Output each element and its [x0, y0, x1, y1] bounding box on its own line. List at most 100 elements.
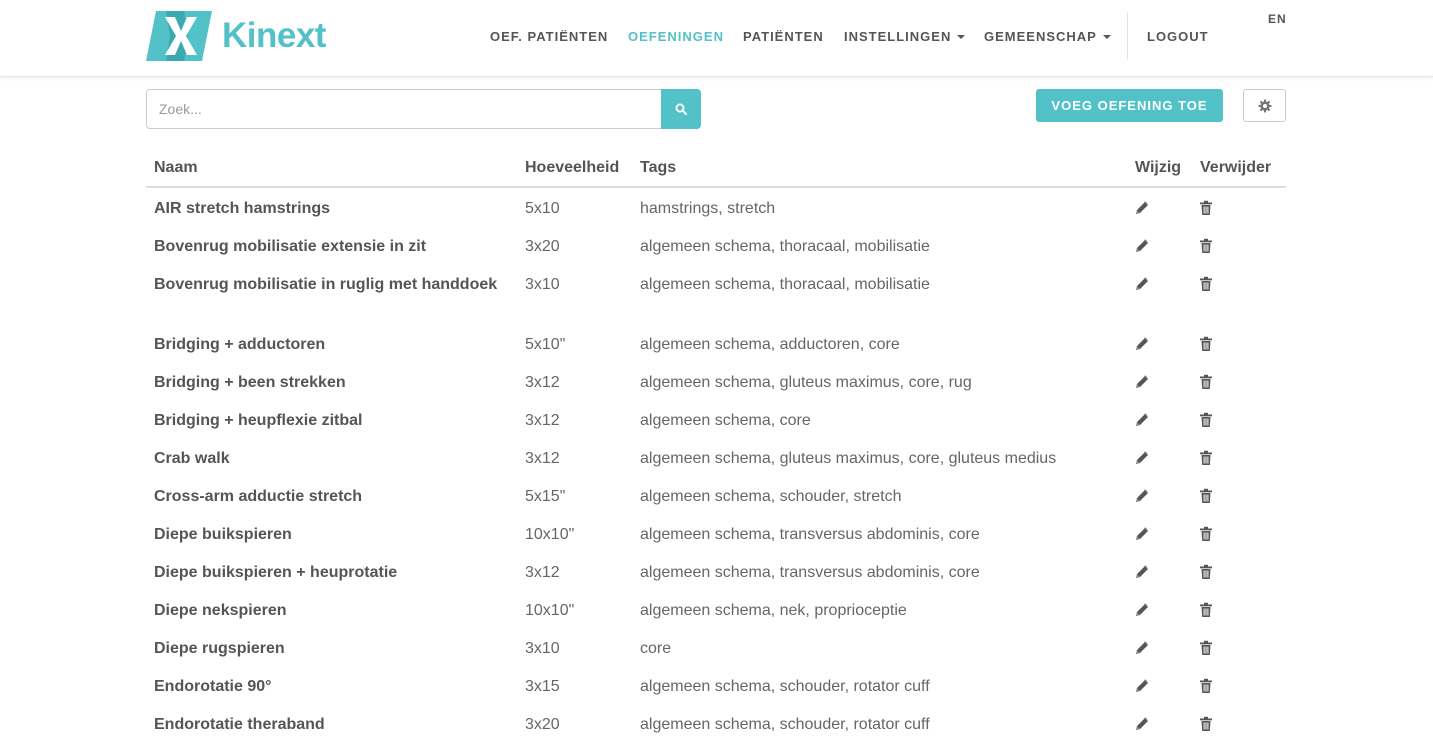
nav-label: OEF. PATIËNTEN	[490, 29, 609, 44]
exercise-name[interactable]: Bovenrug mobilisatie extensie in zit	[154, 236, 516, 258]
exercise-name[interactable]: Endorotatie 90°	[154, 676, 516, 698]
table-row[interactable]: Diepe buikspieren 10x10" algemeen schema, …	[146, 514, 1286, 552]
table-row[interactable]: Bridging + been strekken 3x12 algemeen sch…	[146, 362, 1286, 400]
pencil-icon[interactable]	[1134, 640, 1152, 658]
pencil-icon[interactable]	[1134, 488, 1152, 506]
exercise-tags: algemeen schema, schouder, stretch	[640, 488, 902, 505]
trash-icon[interactable]	[1199, 276, 1215, 294]
pencil-icon[interactable]	[1134, 450, 1152, 468]
search-button[interactable]	[661, 89, 701, 129]
exercise-quantity: 3x20	[525, 238, 560, 255]
table-row[interactable]: Diepe rugspieren 3x10 core	[146, 628, 1286, 666]
exercise-tags: core	[640, 640, 672, 657]
pencil-icon[interactable]	[1134, 716, 1152, 734]
search-icon	[675, 103, 687, 115]
search-group	[146, 89, 701, 129]
exercise-name[interactable]: Endorotatie theraband	[154, 714, 516, 736]
trash-icon[interactable]	[1199, 238, 1215, 256]
exercise-tags: algemeen schema, schouder, rotator cuff	[640, 678, 930, 695]
brand-name: Kinext	[222, 16, 326, 55]
trash-icon[interactable]	[1199, 412, 1215, 430]
exercise-tags: algemeen schema, adductoren, core	[640, 336, 900, 353]
exercise-quantity: 3x15	[525, 678, 560, 695]
exercise-quantity: 10x10"	[525, 602, 575, 619]
add-exercise-button[interactable]: VOEG OEFENING TOE	[1036, 89, 1223, 122]
trash-icon[interactable]	[1199, 640, 1215, 658]
header-name[interactable]: Naam	[154, 159, 198, 177]
exercise-name[interactable]: AIR stretch hamstrings	[154, 198, 516, 220]
trash-icon[interactable]	[1199, 564, 1215, 582]
exercise-name[interactable]: Bridging + been strekken	[154, 372, 516, 394]
trash-icon[interactable]	[1199, 678, 1215, 696]
nav-oefeningen[interactable]: OEFENINGEN	[628, 29, 724, 44]
table-row[interactable]: Bovenrug mobilisatie extensie in zit 3x20…	[146, 226, 1286, 264]
table-row[interactable]: Bridging + adductoren 5x10" algemeen schem…	[146, 324, 1286, 362]
exercise-name[interactable]: Diepe buikspieren + heuprotatie	[154, 562, 516, 584]
trash-icon[interactable]	[1199, 336, 1215, 354]
exercise-name[interactable]: Cross-arm adductie stretch	[154, 486, 516, 508]
table-row[interactable]: Endorotatie 90° 3x15 algemeen schema, scho…	[146, 666, 1286, 704]
trash-icon[interactable]	[1199, 602, 1215, 620]
chevron-down-icon	[957, 34, 966, 39]
pencil-icon[interactable]	[1134, 678, 1152, 696]
pencil-icon[interactable]	[1134, 602, 1152, 620]
exercise-tags: algemeen schema, transversus abdominis, …	[640, 564, 980, 581]
pencil-icon[interactable]	[1134, 526, 1152, 544]
nav-instellingen-dropdown[interactable]: INSTELLINGEN	[844, 29, 966, 44]
exercise-quantity: 3x12	[525, 412, 560, 429]
exercise-tags: algemeen schema, gluteus maximus, core, …	[640, 374, 972, 391]
pencil-icon[interactable]	[1134, 200, 1152, 218]
exercise-name[interactable]: Crab walk	[154, 448, 516, 470]
table-header: Naam Hoeveelheid Tags Wijzig Verwijder	[146, 148, 1286, 188]
pencil-icon[interactable]	[1134, 238, 1152, 256]
pencil-icon[interactable]	[1134, 336, 1152, 354]
header-edit: Wijzig	[1135, 159, 1182, 176]
kinext-logo-icon	[146, 11, 212, 61]
exercise-name[interactable]: Diepe nekspieren	[154, 600, 516, 622]
exercise-tags: algemeen schema, gluteus maximus, core, …	[640, 450, 1057, 467]
exercise-name[interactable]: Diepe buikspieren	[154, 524, 516, 546]
pencil-icon[interactable]	[1134, 412, 1152, 430]
table-row[interactable]: Cross-arm adductie stretch 5x15" algemeen …	[146, 476, 1286, 514]
pencil-icon[interactable]	[1134, 564, 1152, 582]
table-row[interactable]: Diepe nekspieren 10x10" algemeen schema, n…	[146, 590, 1286, 628]
exercise-tags: algemeen schema, nek, proprioceptie	[640, 602, 907, 619]
trash-icon[interactable]	[1199, 200, 1215, 218]
header-tags[interactable]: Tags	[640, 159, 676, 177]
trash-icon[interactable]	[1199, 374, 1215, 392]
exercise-quantity: 3x12	[525, 564, 560, 581]
exercises-table: Naam Hoeveelheid Tags Wijzig Verwijder A…	[146, 148, 1286, 742]
exercise-name[interactable]: Bovenrug mobilisatie in ruglig met handd…	[154, 274, 516, 296]
exercise-name[interactable]: Bridging + heupflexie zitbal	[154, 410, 516, 432]
trash-icon[interactable]	[1199, 526, 1215, 544]
exercise-name[interactable]: Diepe rugspieren	[154, 638, 516, 660]
exercise-name[interactable]: Bridging + adductoren	[154, 334, 516, 356]
header-quantity[interactable]: Hoeveelheid	[525, 159, 619, 177]
language-switch[interactable]: EN	[1268, 12, 1287, 26]
table-row[interactable]: AIR stretch hamstrings 5x10 hamstrings, st…	[146, 188, 1286, 226]
exercise-tags: hamstrings, stretch	[640, 200, 776, 217]
trash-icon[interactable]	[1199, 450, 1215, 468]
logout-link[interactable]: LOGOUT	[1147, 29, 1209, 44]
table-row[interactable]: Diepe buikspieren + heuprotatie 3x12 algem…	[146, 552, 1286, 590]
exercise-tags: algemeen schema, schouder, rotator cuff	[640, 716, 930, 733]
table-row[interactable]: Endorotatie theraband 3x20 algemeen schema…	[146, 704, 1286, 742]
pencil-icon[interactable]	[1134, 276, 1152, 294]
table-row[interactable]: Crab walk 3x12 algemeen schema, gluteus ma…	[146, 438, 1286, 476]
exercise-tags: algemeen schema, thoracaal, mobilisatie	[640, 238, 930, 255]
trash-icon[interactable]	[1199, 716, 1215, 734]
brand-logo[interactable]: Kinext	[146, 11, 326, 61]
exercise-tags: algemeen schema, transversus abdominis, …	[640, 526, 980, 543]
exercise-quantity: 5x10"	[525, 336, 566, 353]
nav-oef-patienten[interactable]: OEF. PATIËNTEN	[490, 29, 608, 44]
table-row[interactable]: Bridging + heupflexie zitbal 3x12 algemeen…	[146, 400, 1286, 438]
exercise-tags: algemeen schema, thoracaal, mobilisatie	[640, 276, 930, 293]
nav-patienten[interactable]: PATIËNTEN	[743, 29, 824, 44]
exercise-tags: algemeen schema, core	[640, 412, 811, 429]
nav-gemeenschap-dropdown[interactable]: GEMEENSCHAP	[984, 29, 1111, 44]
pencil-icon[interactable]	[1134, 374, 1152, 392]
search-input[interactable]	[146, 89, 661, 129]
trash-icon[interactable]	[1199, 488, 1215, 506]
settings-button[interactable]	[1243, 89, 1286, 122]
table-row[interactable]: Bovenrug mobilisatie in ruglig met handd…	[146, 264, 1286, 324]
